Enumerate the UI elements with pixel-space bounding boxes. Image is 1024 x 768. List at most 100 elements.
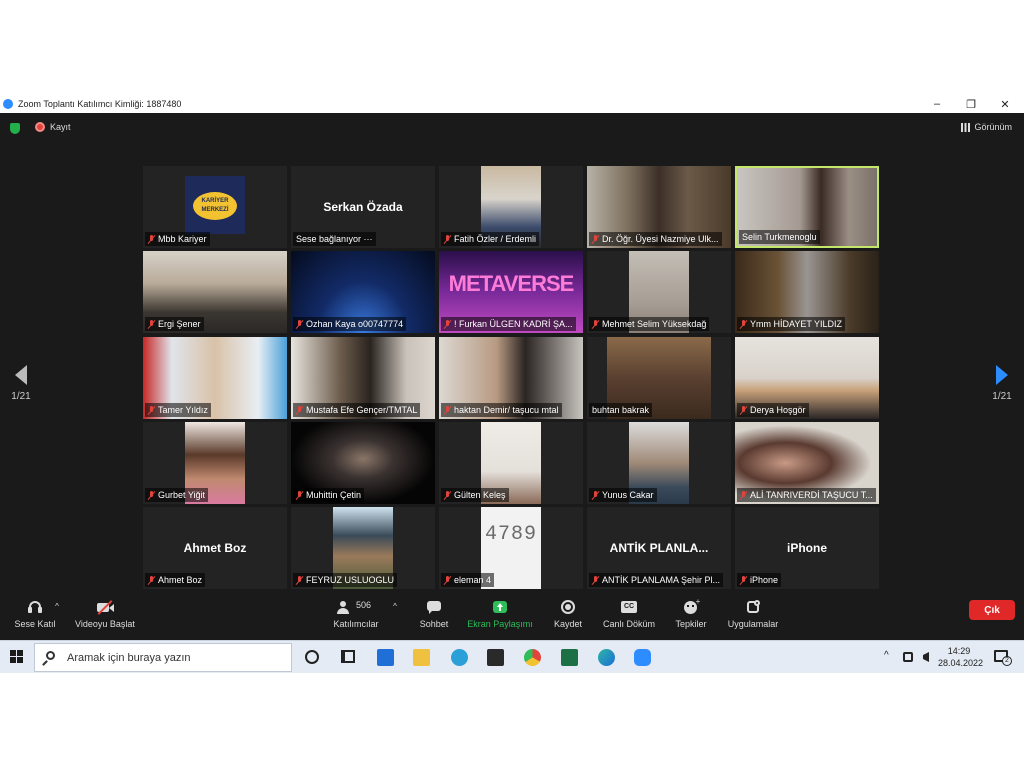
join-audio-label: Sese Katıl xyxy=(14,619,56,629)
video-tile[interactable]: Mustafa Efe Gençer/TMTAL xyxy=(291,337,435,419)
cortana-icon[interactable] xyxy=(305,650,319,664)
view-label: Görünüm xyxy=(974,122,1012,132)
participant-label: Sese bağlanıyor ··· xyxy=(293,232,376,246)
video-tile[interactable]: 4789 eleman 4 xyxy=(439,507,583,589)
file-explorer-icon[interactable] xyxy=(413,649,430,666)
edge-icon[interactable] xyxy=(598,649,615,666)
video-tile[interactable]: KARİYER MERKEZİ Mbb Kariyer xyxy=(143,166,287,248)
video-tile[interactable]: Mehmet Selim Yüksekdağ xyxy=(587,251,731,333)
mic-muted-icon xyxy=(592,319,599,329)
volume-icon[interactable] xyxy=(921,652,929,662)
view-button[interactable]: Görünüm xyxy=(961,122,1012,132)
close-button[interactable]: ✕ xyxy=(988,95,1022,113)
excel-icon[interactable] xyxy=(561,649,578,666)
kariyer-logo: KARİYER MERKEZİ xyxy=(193,192,237,220)
leave-meeting-button[interactable]: Çık xyxy=(969,600,1015,620)
reactions-label: Tepkiler xyxy=(675,619,707,629)
prev-page-button[interactable]: 1/21 xyxy=(6,365,36,402)
record-button[interactable]: Kaydet xyxy=(551,600,585,629)
apps-icon xyxy=(745,600,761,614)
next-page-button[interactable]: 1/21 xyxy=(987,365,1017,402)
video-tile[interactable]: METAVERSE ! Furkan ÜLGEN KADRİ ŞA... xyxy=(439,251,583,333)
mic-muted-icon xyxy=(740,319,747,329)
video-tile[interactable]: Gurbet Yiğit xyxy=(143,422,287,504)
share-screen-label: Ekran Paylaşımı xyxy=(467,619,533,629)
participant-label: Gülten Keleş xyxy=(441,488,509,502)
zoom-taskbar-icon[interactable] xyxy=(634,649,651,666)
video-tile[interactable]: Ahmet Boz Ahmet Boz xyxy=(143,507,287,589)
top-strip: Kayıt Görünüm xyxy=(0,113,1024,143)
participants-label: Katılımcılar xyxy=(333,619,379,629)
window-title: Zoom Toplantı Katılımcı Kimliği: 1887480 xyxy=(18,99,182,109)
apps-button[interactable]: Uygulamalar xyxy=(725,600,781,629)
audio-options-caret[interactable]: ^ xyxy=(52,602,62,611)
video-tile[interactable]: iPhone iPhone xyxy=(735,507,879,589)
recording-indicator[interactable]: Kayıt xyxy=(35,122,71,132)
search-icon xyxy=(42,650,57,666)
clock-date: 28.04.2022 xyxy=(938,658,984,668)
mic-muted-icon xyxy=(296,405,303,415)
minimize-button[interactable]: – xyxy=(920,95,954,113)
video-tile[interactable]: Ergi Şener xyxy=(143,251,287,333)
windows-taskbar: Aramak için buraya yazın ^ 14:29 28.04.2… xyxy=(0,640,1024,673)
mic-muted-icon xyxy=(444,405,451,415)
mail-app-icon[interactable] xyxy=(377,649,394,666)
participant-label: Ymm HİDAYET YILDIZ xyxy=(737,317,846,331)
video-off-icon xyxy=(97,600,114,615)
participant-label: Tamer Yıldız xyxy=(145,403,211,417)
zoom-meeting-window: Kayıt Görünüm 1/21 1/21 KARİYER MERKEZİ … xyxy=(0,113,1024,640)
video-tile[interactable]: Dr. Öğr. Üyesi Nazmiye Ulk... xyxy=(587,166,731,248)
video-tile[interactable]: FEYRUZ USLUOGLU xyxy=(291,507,435,589)
start-video-button[interactable]: Videoyu Başlat xyxy=(74,600,136,629)
participant-label: ANTİK PLANLAMA Şehir Pl... xyxy=(589,573,724,587)
mic-muted-icon xyxy=(148,234,155,244)
live-transcript-button[interactable]: CC Canlı Döküm xyxy=(602,600,656,629)
mic-muted-icon xyxy=(592,234,599,244)
video-tile[interactable]: Serkan Özada Sese bağlanıyor ··· xyxy=(291,166,435,248)
network-icon[interactable] xyxy=(903,652,913,662)
video-tile[interactable]: ANTİK PLANLA... ANTİK PLANLAMA Şehir Pl.… xyxy=(587,507,731,589)
participant-big-name: Serkan Özada xyxy=(323,200,403,214)
video-tile[interactable]: Ozhan Kaya o00747774 xyxy=(291,251,435,333)
video-tile[interactable]: buhtan bakrak xyxy=(587,337,731,419)
video-tile[interactable]: Ymm HİDAYET YILDIZ xyxy=(735,251,879,333)
mic-muted-icon xyxy=(444,575,451,585)
grid-icon xyxy=(961,122,971,132)
video-tile[interactable]: Tamer Yıldız xyxy=(143,337,287,419)
screen: Zoom Toplantı Katılımcı Kimliği: 1887480… xyxy=(0,95,1024,673)
participant-big-name: Ahmet Boz xyxy=(183,541,247,555)
chat-button[interactable]: Sohbet xyxy=(417,600,451,629)
restore-button[interactable]: ❐ xyxy=(954,95,988,113)
windows-start-icon[interactable] xyxy=(10,650,24,664)
video-tile[interactable]: Yunus Cakar xyxy=(587,422,731,504)
participants-options-caret[interactable]: ^ xyxy=(390,602,400,611)
internet-explorer-icon[interactable] xyxy=(451,649,468,666)
video-tile[interactable]: Muhittin Çetin xyxy=(291,422,435,504)
record-label: Kayıt xyxy=(50,122,71,132)
video-tile-active-speaker[interactable]: Selin Turkmenoglu xyxy=(735,166,879,248)
video-tile[interactable]: haktan Demir/ taşucu mtal xyxy=(439,337,583,419)
store-icon[interactable] xyxy=(487,649,504,666)
chrome-icon[interactable] xyxy=(524,649,541,666)
participants-button[interactable]: 506 Katılımcılar xyxy=(333,600,379,629)
share-screen-button[interactable]: Ekran Paylaşımı xyxy=(467,600,533,629)
participant-label: ALİ TANRIVERDİ TAŞUCU T... xyxy=(737,488,876,502)
participant-label: Selin Turkmenoglu xyxy=(739,230,820,244)
smiley-plus-icon: + xyxy=(683,598,700,614)
record-label-toolbar: Kaydet xyxy=(553,619,583,629)
taskbar-search-box[interactable]: Aramak için buraya yazın xyxy=(34,643,292,672)
reactions-button[interactable]: + Tepkiler xyxy=(674,598,708,630)
clock[interactable]: 14:29 28.04.2022 xyxy=(938,645,984,669)
mic-muted-icon xyxy=(148,490,155,500)
record-dot-icon xyxy=(35,122,45,132)
chevron-up-icon[interactable]: ^ xyxy=(884,650,889,661)
participant-label: Ahmet Boz xyxy=(145,573,206,587)
security-shield-icon[interactable] xyxy=(10,123,20,134)
video-tile[interactable]: Fatih Özler / Erdemli xyxy=(439,166,583,248)
video-tile[interactable]: Derya Hoşgör xyxy=(735,337,879,419)
video-tile[interactable]: Gülten Keleş xyxy=(439,422,583,504)
task-view-icon[interactable] xyxy=(341,650,355,663)
participant-label: FEYRUZ USLUOGLU xyxy=(293,573,398,587)
video-tile[interactable]: ALİ TANRIVERDİ TAŞUCU T... xyxy=(735,422,879,504)
notifications-icon[interactable]: 2 xyxy=(994,650,1012,666)
